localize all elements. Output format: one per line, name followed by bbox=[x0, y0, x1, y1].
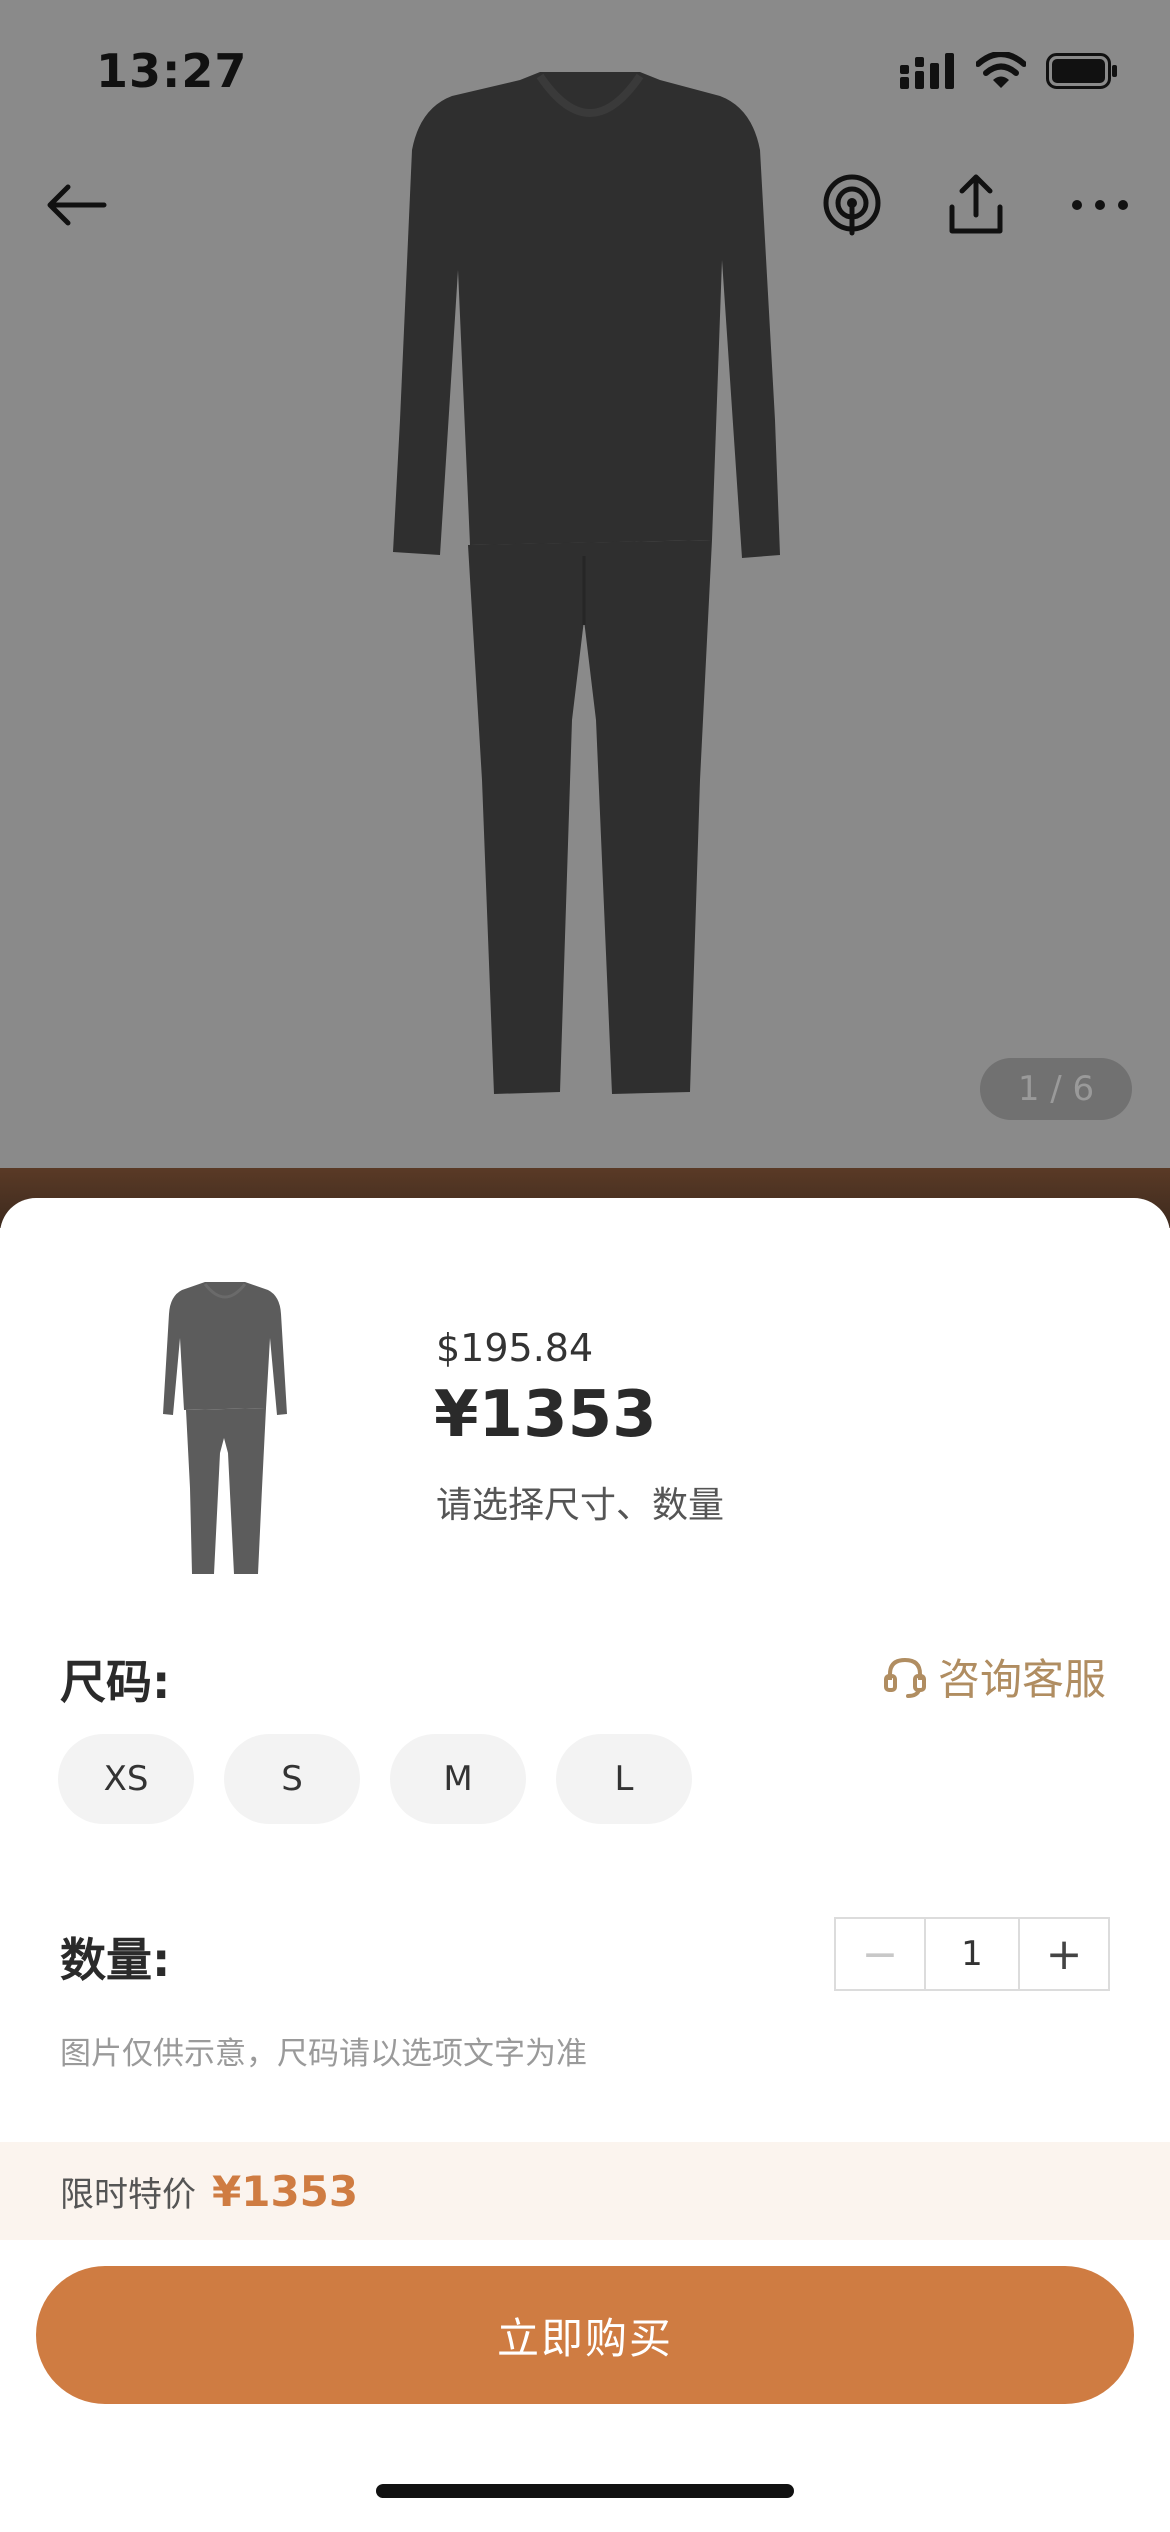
price-usd: $195.84 bbox=[436, 1326, 594, 1370]
image-disclaimer: 图片仅供示意，尺码请以选项文字为准 bbox=[60, 2036, 587, 2072]
promo-label: 限时特价 bbox=[60, 2174, 196, 2215]
size-label: 尺码: bbox=[60, 1655, 171, 1709]
selection-hint: 请选择尺寸、数量 bbox=[436, 1485, 725, 1526]
product-thumbnail bbox=[163, 1282, 287, 1574]
buy-now-button[interactable]: 立即购买 bbox=[36, 2266, 1134, 2404]
product-image-gallery[interactable]: 13:27 1 / 6 bbox=[0, 0, 1170, 1170]
customer-service-label: 咨询客服 bbox=[937, 1655, 1106, 1704]
size-options: XS S M L bbox=[58, 1734, 692, 1824]
purchase-sheet: $195.84 ¥1353 请选择尺寸、数量 尺码: 咨询客服 XS S M L… bbox=[0, 1198, 1170, 2532]
headset-icon bbox=[883, 1657, 926, 1698]
status-icons bbox=[900, 52, 1118, 90]
signal-icon bbox=[900, 53, 954, 89]
quantity-stepper: − 1 + bbox=[834, 1917, 1110, 1991]
share-button[interactable] bbox=[936, 165, 1016, 245]
more-button[interactable] bbox=[1060, 165, 1140, 245]
quantity-label: 数量: bbox=[60, 1933, 171, 1987]
customer-service-button[interactable]: 咨询客服 bbox=[882, 1646, 1106, 1707]
size-option-m[interactable]: M bbox=[390, 1734, 526, 1824]
promo-price: ¥1353 bbox=[212, 2166, 359, 2216]
share-icon bbox=[949, 174, 1003, 234]
decrease-quantity-button[interactable]: − bbox=[836, 1919, 924, 1989]
status-time: 13:27 bbox=[96, 44, 248, 98]
price-cny: ¥1353 bbox=[434, 1378, 657, 1452]
quantity-value[interactable]: 1 bbox=[924, 1919, 1020, 1989]
promo-bar: 限时特价 ¥1353 bbox=[0, 2142, 1170, 2240]
more-icon bbox=[1072, 200, 1128, 210]
size-option-l[interactable]: L bbox=[556, 1734, 692, 1824]
size-option-xs[interactable]: XS bbox=[58, 1734, 194, 1824]
increase-quantity-button[interactable]: + bbox=[1020, 1919, 1108, 1989]
broadcast-button[interactable] bbox=[812, 165, 892, 245]
home-indicator bbox=[376, 2484, 794, 2498]
broadcast-icon bbox=[823, 174, 881, 236]
top-nav-actions bbox=[812, 165, 1140, 245]
gallery-counter: 1 / 6 bbox=[980, 1058, 1132, 1120]
back-arrow-icon bbox=[47, 184, 107, 226]
battery-icon bbox=[1046, 53, 1117, 89]
size-option-s[interactable]: S bbox=[224, 1734, 360, 1824]
wifi-icon bbox=[976, 52, 1026, 88]
back-button[interactable] bbox=[36, 170, 116, 240]
